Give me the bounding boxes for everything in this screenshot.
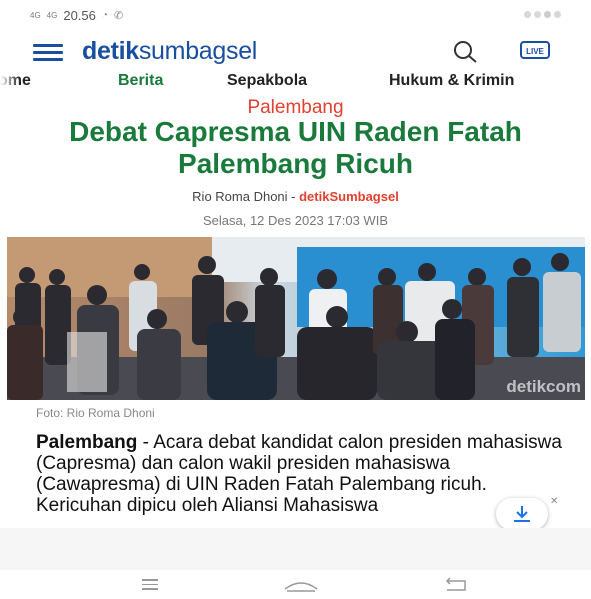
article-source[interactable]: detikSumbagsel: [299, 189, 399, 204]
search-icon[interactable]: [452, 39, 478, 65]
recent-apps-icon[interactable]: [142, 579, 158, 593]
site-logo[interactable]: detiksumbagsel: [82, 37, 257, 66]
status-time: 20.56: [63, 8, 96, 23]
back-icon[interactable]: [443, 577, 469, 593]
article-photo[interactable]: detikcom: [7, 237, 585, 400]
photo-caption: Foto: Rio Roma Dhoni: [36, 406, 155, 420]
lead-place: Palembang: [36, 432, 138, 453]
bottom-banner: [0, 528, 591, 570]
article-date: Selasa, 12 Des 2023 17:03 WIB: [202, 213, 388, 228]
menu-icon[interactable]: [33, 44, 63, 61]
live-button[interactable]: LIVE: [520, 41, 550, 59]
network-indicator-2: 4G: [46, 11, 58, 20]
article-headline: Debat Capresma UIN Raden Fatah Palembang…: [69, 116, 522, 179]
nav-item-sepakbola[interactable]: Sepakbola: [227, 72, 307, 90]
download-button[interactable]: [496, 498, 548, 530]
photo-watermark: detikcom: [506, 377, 581, 396]
app-bar: detiksumbagsel LIVE: [0, 34, 591, 70]
home-icon[interactable]: [283, 577, 319, 593]
phone-icon: ✆: [113, 10, 124, 22]
download-icon: [514, 506, 530, 522]
network-indicator: 4G: [30, 11, 41, 20]
category-nav: ome Berita Sepakbola Hukum & Krimin: [0, 72, 591, 92]
nav-item-berita[interactable]: Berita: [118, 72, 163, 90]
nav-item-hukum-kriminal[interactable]: Hukum & Krimin: [389, 72, 514, 90]
author-name: Rio Roma Dhoni: [192, 189, 288, 204]
signal-icon: ◔: [101, 10, 108, 21]
system-nav-bar: [0, 570, 591, 599]
article-body: Palembang - Acara debat kandidat calon p…: [36, 432, 566, 516]
status-bar: 4G 4G 20.56 ◔ ✆: [0, 0, 591, 32]
close-icon[interactable]: ✕: [550, 496, 558, 507]
status-icons: [524, 11, 561, 18]
crowd-photo-illustration: [7, 237, 585, 400]
article-byline: Rio Roma Dhoni - detikSumbagsel: [192, 189, 399, 204]
